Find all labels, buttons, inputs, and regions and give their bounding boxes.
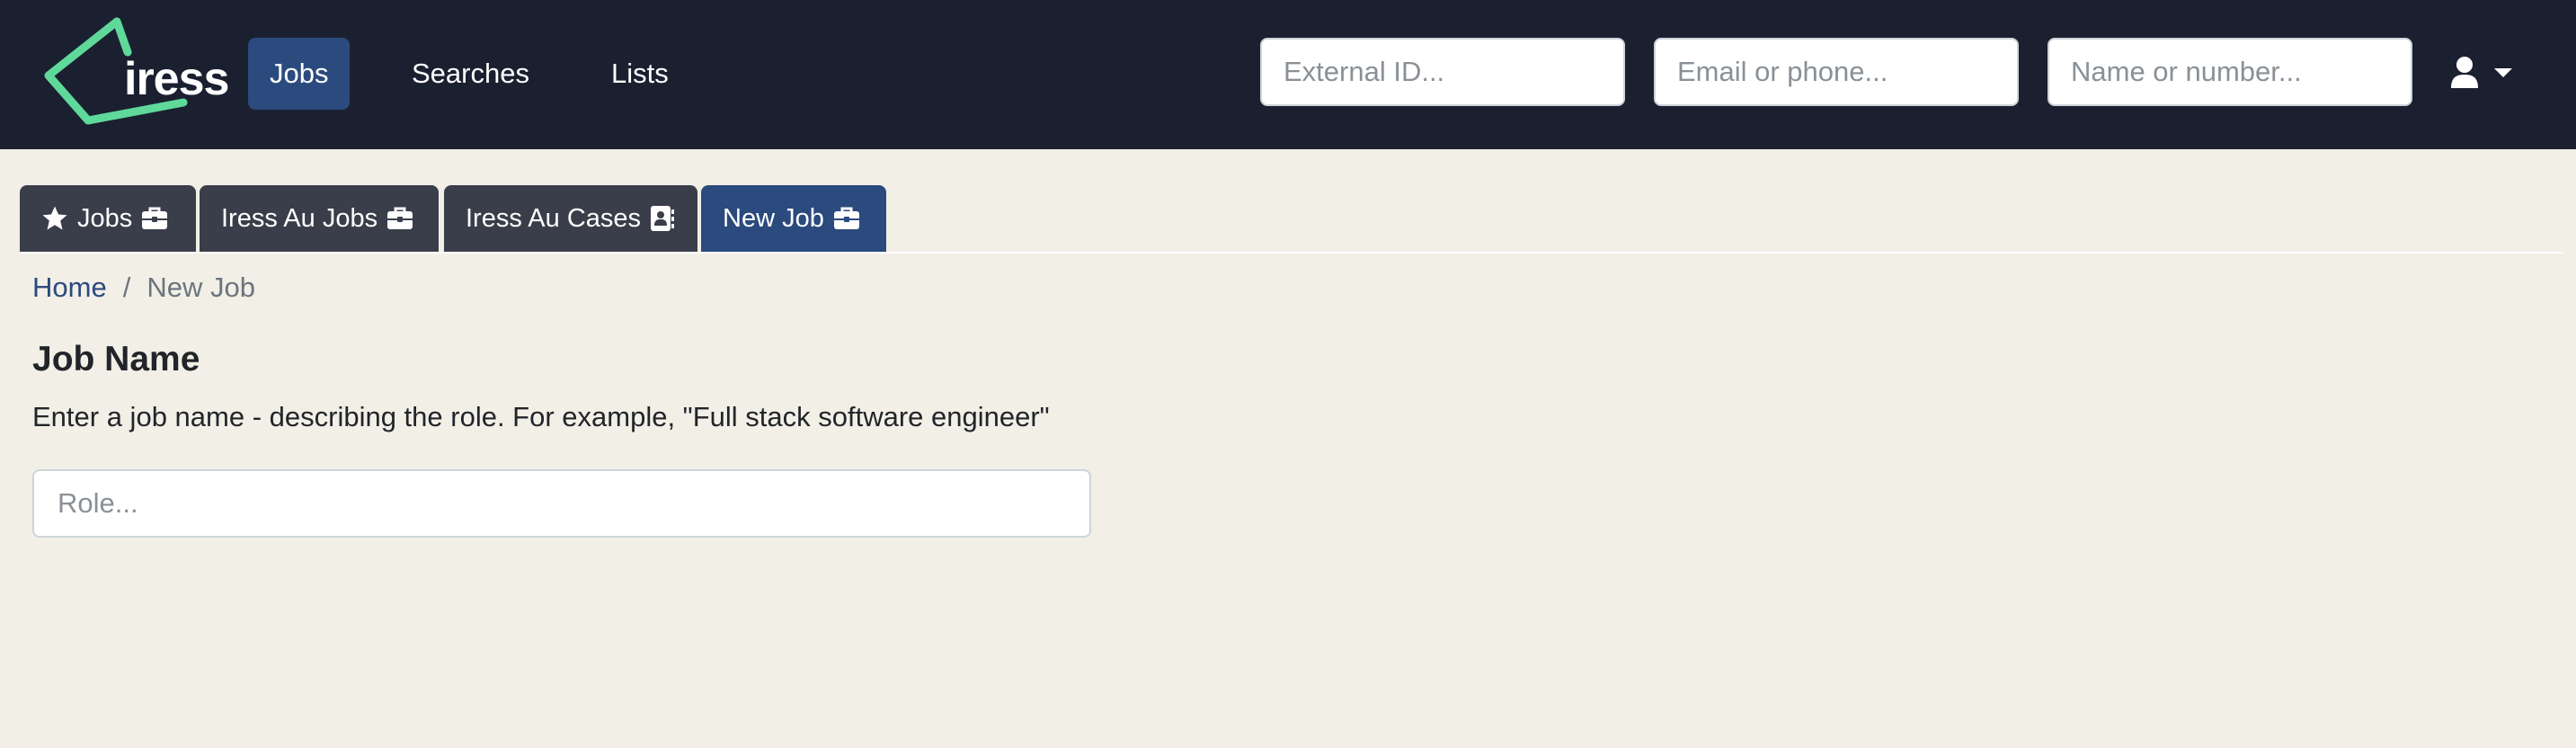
tab-label: Iress Au Jobs	[221, 203, 378, 233]
tab-label: Jobs	[77, 203, 133, 233]
iress-logo[interactable]: iress	[41, 16, 229, 129]
nav-link-jobs[interactable]: Jobs	[248, 38, 351, 110]
tab-iress-au-cases[interactable]: Iress Au Cases	[444, 185, 697, 252]
user-menu-dropdown[interactable]	[2449, 50, 2530, 95]
external-id-search-input[interactable]	[1260, 38, 1625, 106]
tab-label: Iress Au Cases	[466, 203, 642, 233]
page-title: Job Name	[32, 340, 200, 378]
job-name-description: Enter a job name - describing the role. …	[32, 401, 1050, 432]
address-book-icon	[651, 206, 675, 231]
name-number-search-input[interactable]	[2047, 38, 2412, 106]
breadcrumb-current: New Job	[147, 272, 255, 303]
tab-iress-au-jobs[interactable]: Iress Au Jobs	[200, 185, 439, 252]
caret-down-icon	[2494, 68, 2512, 77]
role-input[interactable]	[32, 469, 1091, 538]
breadcrumb: Home / New Job	[32, 272, 255, 304]
briefcase-icon	[833, 207, 859, 229]
breadcrumb-separator: /	[122, 272, 131, 303]
tab-label: New Job	[723, 203, 824, 233]
user-icon	[2451, 57, 2478, 88]
star-icon	[42, 206, 67, 230]
nav-link-lists[interactable]: Lists	[590, 38, 690, 110]
tab-new-job[interactable]: New Job	[701, 185, 886, 252]
tab-jobs[interactable]: Jobs	[20, 185, 196, 252]
nav-link-searches[interactable]: Searches	[390, 38, 551, 110]
breadcrumb-home-link[interactable]: Home	[32, 272, 107, 304]
tab-divider	[20, 252, 2563, 254]
briefcase-icon	[387, 207, 413, 229]
logo-text: iress	[124, 53, 229, 105]
top-navbar: iress Jobs Searches Lists	[0, 0, 2576, 149]
email-phone-search-input[interactable]	[1654, 38, 2019, 106]
briefcase-icon	[142, 207, 168, 229]
